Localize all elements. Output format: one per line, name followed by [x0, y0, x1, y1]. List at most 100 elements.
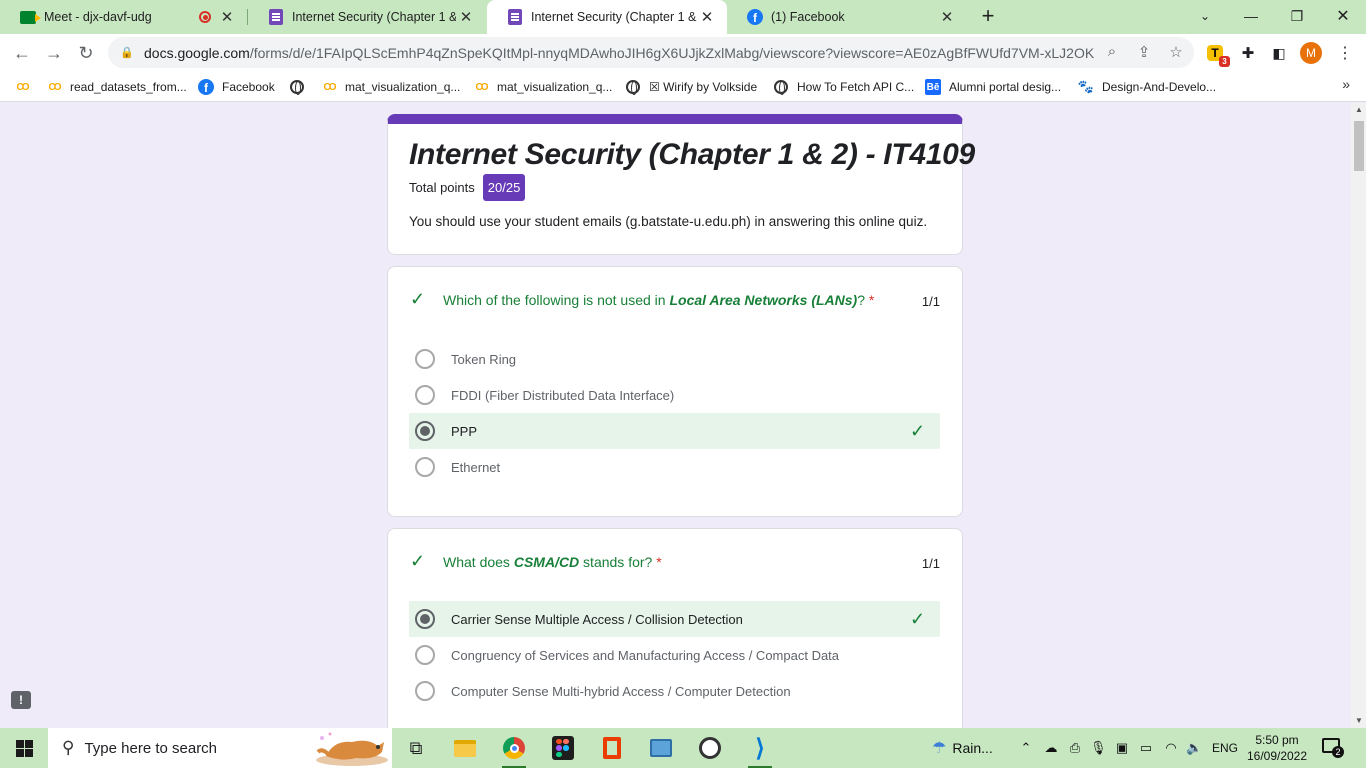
radio-button-selected[interactable]: [415, 609, 435, 629]
colab-icon: CO: [48, 81, 62, 93]
radio-button[interactable]: [415, 457, 435, 477]
option-label: Ethernet: [451, 459, 501, 475]
question-card: ✓ Which of the following is not used in …: [387, 266, 963, 517]
behance-icon: Bē: [925, 79, 941, 95]
figma-icon[interactable]: [543, 732, 583, 764]
reload-button[interactable]: ↻: [72, 39, 100, 67]
cloud-offline-icon[interactable]: ☁: [1043, 740, 1059, 756]
side-panel-icon[interactable]: ◧: [1268, 42, 1290, 64]
tab-meet[interactable]: Meet - djx-davf-udg ✕: [0, 0, 247, 34]
google-forms-icon: [507, 9, 523, 25]
bookmark-item[interactable]: How To Fetch API C...: [773, 76, 914, 98]
close-icon[interactable]: ✕: [217, 8, 237, 26]
tab-title: Internet Security (Chapter 1 & 2): [531, 10, 697, 24]
tab-forms-active[interactable]: Internet Security (Chapter 1 & 2) ✕: [487, 0, 727, 34]
bookmark-item[interactable]: Bē Alumni portal desig...: [925, 76, 1061, 98]
display-icon[interactable]: ▣: [1114, 740, 1130, 756]
wifi-icon[interactable]: ◠: [1163, 740, 1179, 756]
answer-option[interactable]: Computer Sense Multi-hybrid Access / Com…: [409, 673, 940, 709]
device-icon[interactable]: ⎙: [1067, 740, 1083, 756]
language-indicator[interactable]: ENG: [1212, 728, 1238, 768]
start-button[interactable]: [0, 728, 48, 768]
question-text: What does CSMA/CD stands for? *: [443, 553, 940, 571]
clock-time: 5:50 pm: [1255, 733, 1299, 747]
radio-button[interactable]: [415, 645, 435, 665]
notification-center-icon[interactable]: 2: [1322, 738, 1344, 758]
scroll-up-icon[interactable]: ▲: [1354, 105, 1364, 115]
extension-t-icon[interactable]: T3: [1204, 42, 1230, 67]
paw-icon: 🐾: [1077, 79, 1095, 94]
clock[interactable]: 5:50 pm 16/09/2022: [1246, 732, 1308, 764]
control-panel-icon[interactable]: [641, 732, 681, 764]
tab-forms-1[interactable]: Internet Security (Chapter 1 & 2) ✕: [248, 0, 486, 34]
new-tab-button[interactable]: +: [976, 5, 1000, 29]
answer-option[interactable]: FDDI (Fiber Distributed Data Interface): [409, 377, 940, 413]
total-points-label: Total points: [409, 180, 475, 195]
profile-avatar[interactable]: M: [1300, 42, 1322, 64]
chevron-up-icon[interactable]: ⌃: [1018, 740, 1034, 756]
clock-app-icon[interactable]: [690, 732, 730, 764]
bookmark-colab[interactable]: CO: [14, 76, 38, 98]
radio-button-selected[interactable]: [415, 421, 435, 441]
form-description: You should use your student emails (g.ba…: [409, 214, 928, 229]
radio-button[interactable]: [415, 385, 435, 405]
close-icon[interactable]: ✕: [456, 8, 476, 26]
more-bookmarks-icon[interactable]: »: [1342, 76, 1350, 92]
microphone-icon[interactable]: 🎙: [1090, 740, 1107, 756]
answer-option[interactable]: Congruency of Services and Manufacturing…: [409, 637, 940, 673]
bookmark-item[interactable]: CO mat_visualization_q...: [473, 76, 613, 98]
radio-button[interactable]: [415, 349, 435, 369]
close-icon[interactable]: ✕: [697, 8, 717, 26]
bookmark-item[interactable]: CO mat_visualization_q...: [321, 76, 461, 98]
minimize-button[interactable]: —: [1228, 0, 1274, 32]
volume-icon[interactable]: 🔈: [1186, 740, 1202, 756]
google-meet-icon: [20, 9, 41, 25]
close-icon[interactable]: ✕: [937, 8, 957, 26]
url-path: /forms/d/e/1FAIpQLScEmhP4qZnSpeKQItMpl-n…: [249, 44, 1094, 61]
answer-option-correct[interactable]: Carrier Sense Multiple Access / Collisio…: [409, 601, 940, 637]
bookmark-item[interactable]: [289, 76, 313, 98]
zoom-icon[interactable]: ⌕: [1102, 43, 1122, 63]
restore-button[interactable]: ❐: [1274, 0, 1320, 32]
answer-option[interactable]: Token Ring: [409, 341, 940, 377]
answer-option[interactable]: Ethernet: [409, 449, 940, 485]
search-highlight-fox-icon: [316, 732, 388, 766]
bookmark-item[interactable]: 🐾 Design-And-Develo...: [1078, 76, 1216, 98]
forward-button[interactable]: →: [40, 39, 68, 67]
address-bar[interactable]: 🔒 docs.google.com/forms/d/e/1FAIpQLScEmh…: [108, 37, 1194, 68]
file-explorer-icon[interactable]: [445, 732, 485, 764]
report-feedback-icon[interactable]: !: [11, 691, 31, 709]
bookmark-item[interactable]: f Facebook: [198, 76, 275, 98]
back-button[interactable]: ←: [8, 39, 36, 67]
tab-facebook[interactable]: f (1) Facebook ✕: [727, 0, 967, 34]
scrollbar[interactable]: ▲ ▼: [1351, 103, 1366, 728]
bookmark-item[interactable]: ☒ Wirify by Volkside: [625, 76, 757, 98]
radio-button[interactable]: [415, 681, 435, 701]
menu-kebab-icon[interactable]: ⋮: [1334, 42, 1356, 64]
question-header: ✓ What does CSMA/CD stands for? *: [410, 552, 940, 571]
extensions-puzzle-icon[interactable]: ✚: [1237, 42, 1259, 64]
window-close-button[interactable]: ✕: [1320, 0, 1366, 32]
scroll-down-icon[interactable]: ▼: [1354, 716, 1364, 726]
taskbar-search[interactable]: ⚲ Type here to search: [48, 728, 392, 768]
chrome-icon[interactable]: [494, 732, 534, 768]
battery-icon[interactable]: ▭: [1138, 740, 1154, 756]
answer-option-correct[interactable]: PPP ✓: [409, 413, 940, 449]
task-view-icon[interactable]: ⧉: [396, 732, 436, 764]
url-text: docs.google.com/forms/d/e/1FAIpQLScEmhP4…: [144, 45, 1094, 61]
star-icon[interactable]: ☆: [1166, 43, 1186, 63]
bookmark-item[interactable]: CO read_datasets_from...: [46, 76, 187, 98]
option-label: Token Ring: [451, 351, 517, 367]
office-icon[interactable]: [592, 732, 632, 764]
share-icon[interactable]: ⇪: [1134, 43, 1154, 63]
tab-search-icon[interactable]: ⌄: [1182, 0, 1228, 32]
notification-count: 2: [1332, 746, 1344, 758]
required-asterisk: *: [868, 292, 875, 308]
weather-widget[interactable]: ☂ Rain...: [932, 728, 993, 768]
bookmark-label: Alumni portal desig...: [949, 80, 1062, 94]
bookmark-label: read_datasets_from...: [70, 80, 187, 94]
vscode-icon[interactable]: ⟩: [740, 732, 780, 768]
browser-toolbar: ← → ↻ 🔒 docs.google.com/forms/d/e/1FAIpQ…: [0, 34, 1366, 72]
required-asterisk: *: [656, 554, 662, 570]
scrollbar-thumb[interactable]: [1354, 121, 1364, 171]
